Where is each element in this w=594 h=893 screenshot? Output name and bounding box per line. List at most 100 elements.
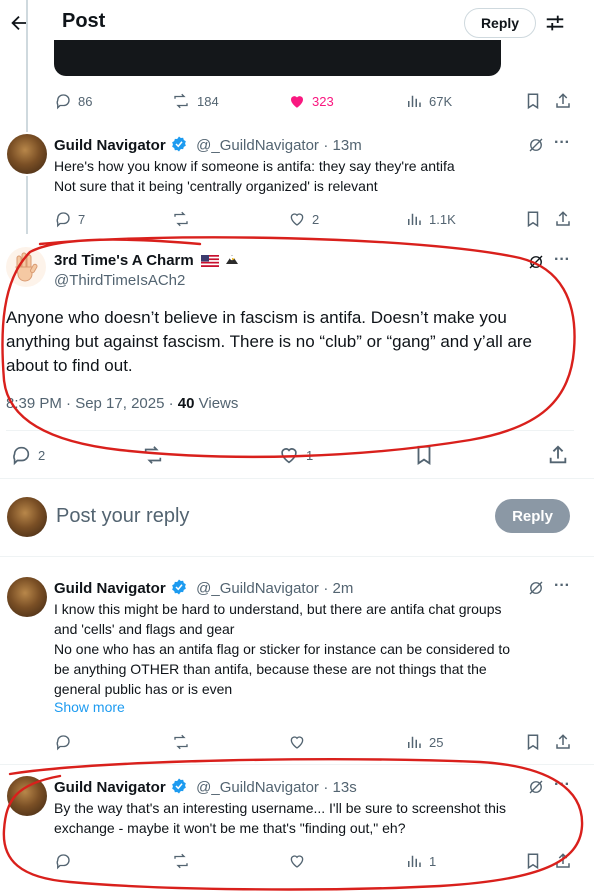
timestamp[interactable]: · 13s	[323, 779, 356, 796]
thread-line	[26, 0, 28, 132]
filter-sliders-icon[interactable]	[544, 12, 566, 34]
reply-icon	[13, 446, 30, 466]
more-options-icon[interactable]: ···	[554, 251, 570, 269]
repost-action[interactable]	[171, 852, 191, 870]
reply-action[interactable]: 2	[10, 444, 45, 466]
verified-badge-icon	[170, 135, 188, 153]
bookmark-icon[interactable]	[413, 444, 435, 466]
repost-action[interactable]: 184	[171, 92, 219, 110]
grok-icon[interactable]	[527, 136, 545, 154]
composer-reply-button[interactable]: Reply	[495, 499, 570, 533]
post-text-line: be anything OTHER than antifa, because t…	[54, 661, 487, 677]
post-text-line: general public has or is even	[54, 681, 233, 697]
more-options-icon[interactable]: ···	[554, 577, 570, 595]
thread-line	[26, 176, 28, 234]
hand-icon	[15, 252, 38, 282]
composer-avatar[interactable]	[7, 497, 47, 537]
timestamp[interactable]: · 2m	[323, 580, 353, 597]
handle[interactable]: @ThirdTimeIsACh2	[54, 272, 185, 289]
reply-input[interactable]: Post your reply	[56, 505, 189, 528]
display-name[interactable]: 3rd Time's A Charm	[54, 252, 194, 269]
grok-icon[interactable]	[527, 579, 545, 597]
reply-icon	[56, 212, 70, 228]
header-reply-button[interactable]: Reply	[464, 8, 536, 38]
show-more-link[interactable]: Show more	[54, 699, 125, 715]
views-icon	[408, 95, 421, 107]
views-action[interactable]: 1.1K	[405, 210, 456, 228]
views-count: 67K	[429, 93, 453, 109]
share-icon[interactable]	[554, 852, 572, 870]
views-label: Views	[194, 395, 239, 412]
bookmark-icon[interactable]	[524, 92, 542, 110]
reply1-header: Guild Navigator @_GuildNavigator · 13m	[54, 135, 362, 155]
media-preview[interactable]	[54, 40, 501, 76]
main-action-bar: 2 1	[10, 444, 570, 466]
bookmark-icon[interactable]	[524, 852, 542, 870]
reply-count: 7	[78, 211, 86, 227]
views-count: 25	[429, 734, 444, 750]
reply3-action-bar: 1	[54, 852, 574, 870]
like-action[interactable]: 323	[288, 92, 334, 110]
repost-icon	[174, 734, 188, 750]
main-post-text: Anyone who doesn’t believe in fascism is…	[6, 308, 533, 375]
timestamp[interactable]: · 13m	[323, 137, 361, 154]
handle[interactable]: @_GuildNavigator	[196, 580, 319, 597]
like-action[interactable]	[288, 852, 306, 870]
reply-action[interactable]	[54, 733, 72, 751]
share-icon[interactable]	[554, 210, 572, 228]
more-options-icon[interactable]: ···	[554, 776, 570, 794]
main-header: 3rd Time's A Charm	[54, 252, 240, 270]
share-icon[interactable]	[554, 733, 572, 751]
display-name[interactable]: Guild Navigator	[54, 580, 166, 597]
views-action[interactable]: 1	[405, 852, 436, 870]
share-icon[interactable]	[554, 92, 572, 110]
us-flag-icon	[201, 255, 220, 267]
reply-count: 2	[38, 447, 46, 463]
bookmark-icon[interactable]	[524, 733, 542, 751]
more-options-icon[interactable]: ···	[554, 134, 570, 152]
grok-icon[interactable]	[527, 778, 545, 796]
handle[interactable]: @_GuildNavigator	[196, 137, 319, 154]
post-text-line: By the way that's an interesting usernam…	[54, 800, 507, 816]
post-text-line: Not sure that it being 'centrally organi…	[54, 178, 378, 194]
heart-filled-icon	[291, 96, 303, 108]
views-icon	[408, 855, 421, 867]
display-name[interactable]: Guild Navigator	[54, 779, 166, 796]
avatar[interactable]	[7, 776, 47, 816]
like-count: 323	[312, 93, 334, 109]
repost-count: 184	[197, 93, 219, 109]
avatar[interactable]	[6, 247, 46, 287]
post-timestamp[interactable]: 8:39 PM · Sep 17, 2025 ·	[6, 395, 178, 412]
post-text-line: I know this might be hard to understand,…	[54, 601, 502, 617]
divider	[6, 430, 574, 431]
divider	[0, 764, 594, 765]
views-count: 1.1K	[429, 211, 456, 227]
repost-action[interactable]	[171, 733, 191, 751]
bookmark-icon[interactable]	[524, 210, 542, 228]
like-action[interactable]: 2	[288, 210, 319, 228]
repost-action[interactable]	[142, 444, 164, 466]
reply-action[interactable]: 86	[54, 92, 92, 110]
repost-icon	[144, 446, 162, 464]
post-meta: 8:39 PM · Sep 17, 2025 · 40 Views	[6, 395, 238, 412]
reply-icon	[56, 854, 70, 870]
views-action[interactable]: 25	[405, 733, 443, 751]
repost-action[interactable]	[171, 210, 191, 228]
reply-action[interactable]	[54, 852, 72, 870]
like-action[interactable]	[288, 733, 306, 751]
divider	[0, 556, 594, 557]
avatar[interactable]	[7, 134, 47, 174]
reply2-header: Guild Navigator @_GuildNavigator · 2m	[54, 578, 353, 598]
reply-action[interactable]: 7	[54, 210, 85, 228]
avatar[interactable]	[7, 577, 47, 617]
views-icon	[408, 736, 421, 748]
post-text-line: exchange - maybe it won't be me that's "…	[54, 820, 406, 836]
like-action[interactable]: 1	[278, 444, 313, 466]
like-count: 2	[312, 211, 320, 227]
grok-icon[interactable]	[527, 253, 545, 271]
views-action[interactable]: 67K	[405, 92, 452, 110]
display-name[interactable]: Guild Navigator	[54, 137, 166, 154]
handle[interactable]: @_GuildNavigator	[196, 779, 319, 796]
share-icon[interactable]	[547, 444, 569, 466]
heart-icon	[281, 448, 297, 464]
